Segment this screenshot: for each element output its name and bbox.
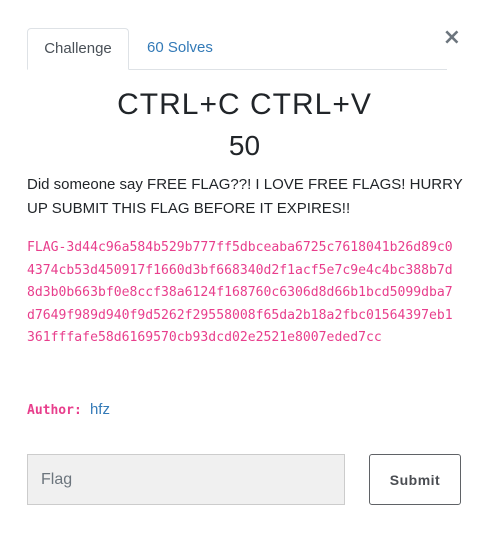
tab-solves[interactable]: 60 Solves	[131, 28, 229, 68]
submit-button[interactable]: Submit	[369, 454, 461, 505]
author-label: Author:	[27, 403, 82, 418]
challenge-title: CTRL+C CTRL+V	[117, 88, 372, 121]
tab-bar: Challenge 60 Solves	[27, 28, 447, 70]
flag-input[interactable]	[27, 454, 345, 505]
challenge-description: Did someone say FREE FLAG??! I LOVE FREE…	[27, 176, 463, 217]
challenge-value: 50	[228, 130, 261, 161]
tab-challenge[interactable]: Challenge	[27, 28, 129, 70]
author-line: Author: hfz	[27, 398, 110, 423]
author-link[interactable]: hfz	[90, 401, 110, 418]
flag-code-text: FLAG-3d44c96a584b529b777ff5dbceaba6725c7…	[27, 240, 453, 345]
close-icon[interactable]: ×	[443, 26, 461, 50]
